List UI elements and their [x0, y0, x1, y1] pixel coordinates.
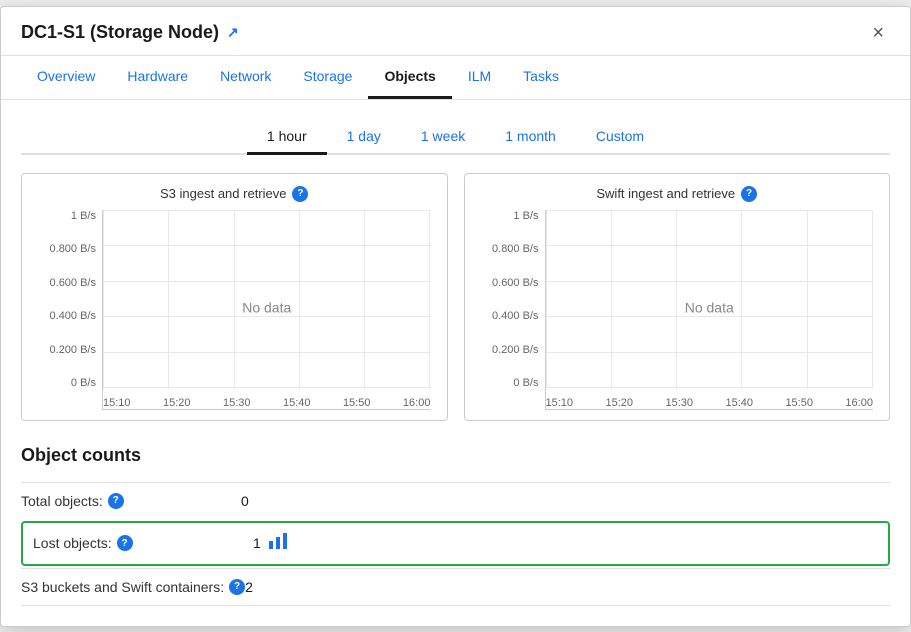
lost-objects-row: Lost objects: ? 1 [21, 521, 890, 566]
s3-chart: S3 ingest and retrieve ? 1 B/s 0.800 B/s… [21, 173, 448, 421]
s3-buckets-label-text: S3 buckets and Swift containers: [21, 579, 224, 595]
s3-chart-title: S3 ingest and retrieve ? [38, 186, 431, 202]
total-objects-label-text: Total objects: [21, 493, 103, 509]
lost-objects-help-icon[interactable]: ? [117, 535, 133, 551]
s3-y-label-6: 1 B/s [71, 210, 96, 222]
tab-storage[interactable]: Storage [287, 56, 368, 99]
modal-title: DC1-S1 (Storage Node) ↗ [21, 22, 239, 43]
s3-chart-area: 1 B/s 0.800 B/s 0.600 B/s 0.400 B/s 0.20… [38, 210, 431, 410]
external-link-icon[interactable]: ↗ [227, 24, 239, 41]
swift-x-label: 15:30 [665, 397, 693, 409]
time-tab-custom[interactable]: Custom [576, 120, 664, 155]
s3-y-label-5: 0.800 B/s [50, 243, 96, 255]
charts-row: S3 ingest and retrieve ? 1 B/s 0.800 B/s… [21, 173, 890, 421]
object-counts-title: Object counts [21, 445, 890, 466]
v-grid-line [676, 210, 677, 389]
s3-y-label-2: 0.200 B/s [50, 344, 96, 356]
v-grid-line [168, 210, 169, 389]
time-tab-1week[interactable]: 1 week [401, 120, 485, 155]
total-objects-row: Total objects: ? 0 [21, 482, 890, 519]
v-grid-line [364, 210, 365, 389]
swift-y-label-1: 0 B/s [513, 377, 538, 389]
tab-ilm[interactable]: ILM [452, 56, 507, 99]
s3-x-label: 15:30 [223, 397, 251, 409]
tab-hardware[interactable]: Hardware [111, 56, 204, 99]
swift-no-data: No data [685, 299, 734, 315]
lost-objects-label: Lost objects: ? [33, 535, 253, 551]
total-objects-help-icon[interactable]: ? [108, 493, 124, 509]
total-objects-label: Total objects: ? [21, 493, 241, 509]
s3-buckets-label: S3 buckets and Swift containers: ? [21, 579, 245, 595]
swift-x-label: 16:00 [845, 397, 873, 409]
s3-x-label: 15:40 [283, 397, 311, 409]
swift-chart-label: Swift ingest and retrieve [596, 186, 735, 201]
v-grid-line [103, 210, 104, 389]
swift-x-label: 15:20 [605, 397, 633, 409]
swift-y-label-3: 0.400 B/s [492, 310, 538, 322]
s3-buckets-row: S3 buckets and Swift containers: ? 2 [21, 568, 890, 606]
s3-x-axis: 15:10 15:20 15:30 15:40 15:50 16:00 [103, 394, 431, 409]
tab-overview[interactable]: Overview [21, 56, 111, 99]
tab-network[interactable]: Network [204, 56, 287, 99]
s3-x-label: 15:50 [343, 397, 371, 409]
s3-y-label-4: 0.600 B/s [50, 277, 96, 289]
v-grid-line [234, 210, 235, 389]
s3-no-data: No data [242, 299, 291, 315]
v-grid-line [741, 210, 742, 389]
swift-help-icon[interactable]: ? [741, 186, 757, 202]
s3-chart-inner: No data 15:10 15:20 15:30 15:40 15:50 16… [102, 210, 431, 410]
close-button[interactable]: × [866, 21, 890, 45]
swift-y-label-6: 1 B/s [513, 210, 538, 222]
modal-body: 1 hour 1 day 1 week 1 month Custom S3 in… [1, 100, 910, 626]
swift-chart-inner: No data 15:10 15:20 15:30 15:40 15:50 16… [545, 210, 874, 410]
swift-x-label: 15:40 [725, 397, 753, 409]
v-grid-line [429, 210, 430, 389]
swift-chart-title: Swift ingest and retrieve ? [481, 186, 874, 202]
s3-x-label: 15:10 [103, 397, 131, 409]
modal-title-text: DC1-S1 (Storage Node) [21, 22, 219, 43]
swift-x-axis: 15:10 15:20 15:30 15:40 15:50 16:00 [546, 394, 874, 409]
swift-chart-area: 1 B/s 0.800 B/s 0.600 B/s 0.400 B/s 0.20… [481, 210, 874, 410]
tab-tasks[interactable]: Tasks [507, 56, 575, 99]
s3-y-axis: 1 B/s 0.800 B/s 0.600 B/s 0.400 B/s 0.20… [38, 210, 102, 410]
v-grid-line [807, 210, 808, 389]
bar-chart-icon[interactable] [269, 533, 287, 554]
v-grid-line [299, 210, 300, 389]
s3-chart-label: S3 ingest and retrieve [160, 186, 286, 201]
s3-buckets-value: 2 [245, 579, 253, 595]
swift-chart: Swift ingest and retrieve ? 1 B/s 0.800 … [464, 173, 891, 421]
lost-objects-label-text: Lost objects: [33, 535, 112, 551]
swift-x-label: 15:10 [546, 397, 574, 409]
nav-tabs: Overview Hardware Network Storage Object… [1, 56, 910, 100]
s3-buckets-help-icon[interactable]: ? [229, 579, 245, 595]
time-tabs: 1 hour 1 day 1 week 1 month Custom [21, 120, 890, 155]
tab-objects[interactable]: Objects [368, 56, 451, 99]
swift-y-label-4: 0.600 B/s [492, 277, 538, 289]
swift-x-label: 15:50 [785, 397, 813, 409]
total-objects-value: 0 [241, 493, 249, 509]
s3-x-label: 16:00 [403, 397, 431, 409]
v-grid-line [872, 210, 873, 389]
s3-y-label-3: 0.400 B/s [50, 310, 96, 322]
s3-help-icon[interactable]: ? [292, 186, 308, 202]
v-grid-line [611, 210, 612, 389]
time-tab-1day[interactable]: 1 day [327, 120, 401, 155]
s3-y-label-1: 0 B/s [71, 377, 96, 389]
time-tab-1hour[interactable]: 1 hour [247, 120, 327, 155]
time-tab-1month[interactable]: 1 month [485, 120, 576, 155]
storage-node-modal: DC1-S1 (Storage Node) ↗ × Overview Hardw… [0, 6, 911, 627]
modal-header: DC1-S1 (Storage Node) ↗ × [1, 7, 910, 56]
lost-objects-value: 1 [253, 535, 261, 551]
swift-y-axis: 1 B/s 0.800 B/s 0.600 B/s 0.400 B/s 0.20… [481, 210, 545, 410]
swift-y-label-5: 0.800 B/s [492, 243, 538, 255]
swift-y-label-2: 0.200 B/s [492, 344, 538, 356]
s3-x-label: 15:20 [163, 397, 191, 409]
v-grid-line [546, 210, 547, 389]
